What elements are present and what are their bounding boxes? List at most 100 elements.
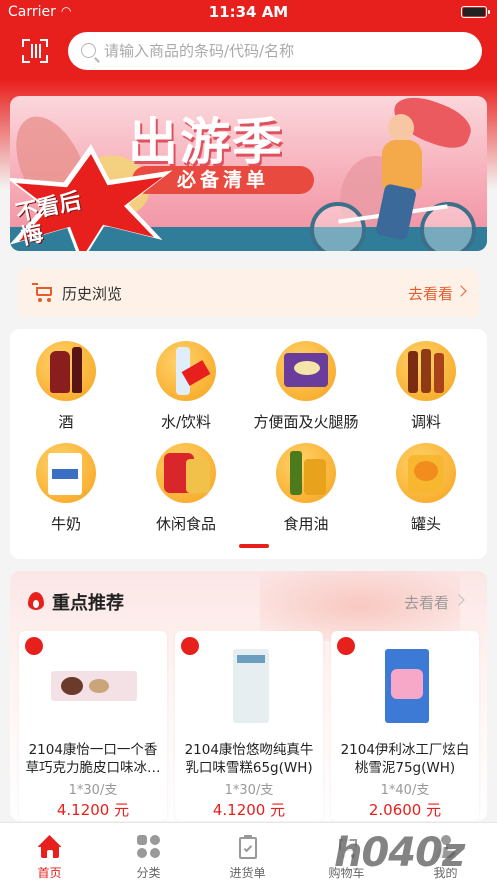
search-input[interactable] — [104, 32, 474, 70]
tab-home[interactable]: 首页 — [0, 823, 99, 883]
category-label: 罐头 — [410, 515, 441, 533]
home-door — [46, 850, 53, 858]
product-price: 4.1200 元 — [56, 801, 130, 819]
grid-cell — [149, 835, 160, 845]
seasoning-icon — [396, 341, 456, 401]
tab-label: 分类 — [136, 866, 161, 880]
product-price: 2.0600 元 — [368, 801, 442, 819]
home-icon — [37, 835, 62, 859]
order-list-icon — [236, 835, 260, 859]
featured-more-link[interactable]: 去看看 — [404, 592, 449, 613]
product-spec: 1*30/支 — [68, 783, 118, 798]
scan-icon-corner — [40, 55, 48, 63]
product-name: 2104康怡悠吻纯真牛乳口味雪糕65g(WH) — [184, 742, 314, 776]
sauce-bottle — [408, 351, 418, 393]
oil-bottle — [290, 451, 302, 495]
scan-icon-bar — [39, 44, 41, 58]
category-grid: 酒 水/饮料 方便面及火腿肠 调料 牛奶 休闲食品 食用油 罐头 — [10, 329, 487, 559]
pack-label — [237, 655, 265, 663]
tab-order-list[interactable]: 进货单 — [198, 823, 297, 883]
cooking-oil-icon — [276, 443, 336, 503]
category-seasoning[interactable]: 调料 — [366, 341, 486, 432]
chocolate-cone — [61, 677, 83, 695]
featured-title: 重点推荐 — [52, 593, 124, 614]
grid-cell — [136, 835, 147, 845]
category-label: 水/饮料 — [160, 413, 212, 431]
history-row[interactable]: 历史浏览 去看看 — [18, 269, 479, 317]
product-image — [49, 645, 139, 725]
watermark: h040z — [334, 830, 465, 876]
page-indicator — [239, 544, 269, 548]
snack-icon — [156, 443, 216, 503]
product-image — [361, 645, 451, 725]
search-box[interactable] — [68, 32, 482, 70]
canned-food-icon — [396, 443, 456, 503]
category-instant-noodle[interactable]: 方便面及火腿肠 — [246, 341, 366, 432]
oil-jug — [304, 459, 326, 495]
clock: 11:34 AM — [208, 3, 289, 21]
brand-logo — [25, 637, 43, 655]
wine-bottle — [72, 347, 82, 393]
sauce-bottle — [421, 349, 431, 393]
category-label: 牛奶 — [50, 515, 81, 533]
category-cooking-oil[interactable]: 食用油 — [246, 443, 366, 534]
cart-basket — [36, 287, 52, 296]
cart-handle — [32, 283, 38, 285]
sauce-bottle — [434, 353, 444, 393]
canned-fruit — [414, 461, 438, 481]
category-label: 方便面及火腿肠 — [253, 413, 359, 431]
instant-noodle-icon — [276, 341, 336, 401]
battery-icon — [461, 6, 490, 18]
product-name: 2104伊利冰工厂炫白桃雪泥75g(WH) — [340, 742, 470, 776]
product-spec: 1*40/支 — [380, 783, 430, 798]
status-bar: Carrier ◠ 11:34 AM — [0, 0, 497, 24]
promo-banner[interactable]: 出游季 必备清单 不看后悔 — [10, 96, 487, 251]
chevron-right-icon — [455, 285, 467, 297]
category-liquor[interactable]: 酒 — [6, 341, 126, 432]
category-label: 休闲食品 — [155, 515, 216, 533]
liquor-icon — [36, 341, 96, 401]
category-label: 酒 — [58, 413, 74, 431]
clipboard-clip — [243, 835, 252, 839]
product-spec: 1*30/支 — [224, 783, 274, 798]
category-label: 食用油 — [283, 515, 329, 533]
bicycle-wheel — [310, 202, 366, 251]
scan-icon-corner — [22, 55, 30, 63]
category-beverage[interactable]: 水/饮料 — [126, 341, 246, 432]
snack-bag — [186, 459, 210, 493]
category-milk[interactable]: 牛奶 — [6, 443, 126, 534]
flame-icon — [28, 592, 44, 610]
search-header — [0, 24, 497, 80]
product-card[interactable]: 2104康怡一口一个香草巧克力脆皮口味冰… 1*30/支 4.1200 元 — [19, 631, 167, 821]
history-more-link[interactable]: 去看看 — [408, 283, 453, 304]
history-label: 历史浏览 — [62, 285, 123, 303]
product-name: 2104康怡一口一个香草巧克力脆皮口味冰… — [25, 742, 161, 776]
milk-icon — [36, 443, 96, 503]
beverage-icon — [156, 341, 216, 401]
cart-wheel — [38, 298, 42, 302]
rider-torso — [382, 140, 422, 190]
shopping-cart-icon — [32, 283, 54, 303]
scan-icon-corner — [40, 39, 48, 47]
scan-icon-bar — [35, 44, 37, 58]
product-card[interactable]: 2104伊利冰工厂炫白桃雪泥75g(WH) 1*40/支 2.0600 元 — [331, 631, 479, 821]
banner-title: 出游季 — [128, 113, 284, 171]
scan-icon-bar — [31, 44, 33, 58]
category-canned-food[interactable]: 罐头 — [366, 443, 486, 534]
chocolate-cone — [89, 679, 109, 693]
noodle-bowl — [294, 361, 320, 375]
scan-button[interactable] — [20, 37, 50, 65]
grid-cell — [136, 848, 147, 858]
brand-logo — [181, 637, 199, 655]
scan-icon — [22, 39, 30, 47]
category-snack[interactable]: 休闲食品 — [126, 443, 246, 534]
grid-cell — [149, 848, 160, 858]
brand-logo — [337, 637, 355, 655]
liquor-bottle — [50, 351, 70, 393]
pack-art — [391, 669, 423, 699]
product-image — [205, 645, 295, 725]
rider-head — [388, 114, 414, 142]
tab-category[interactable]: 分类 — [99, 823, 198, 883]
product-card[interactable]: 2104康怡悠吻纯真牛乳口味雪糕65g(WH) 1*30/支 4.1200 元 — [175, 631, 323, 821]
search-icon — [81, 43, 96, 58]
